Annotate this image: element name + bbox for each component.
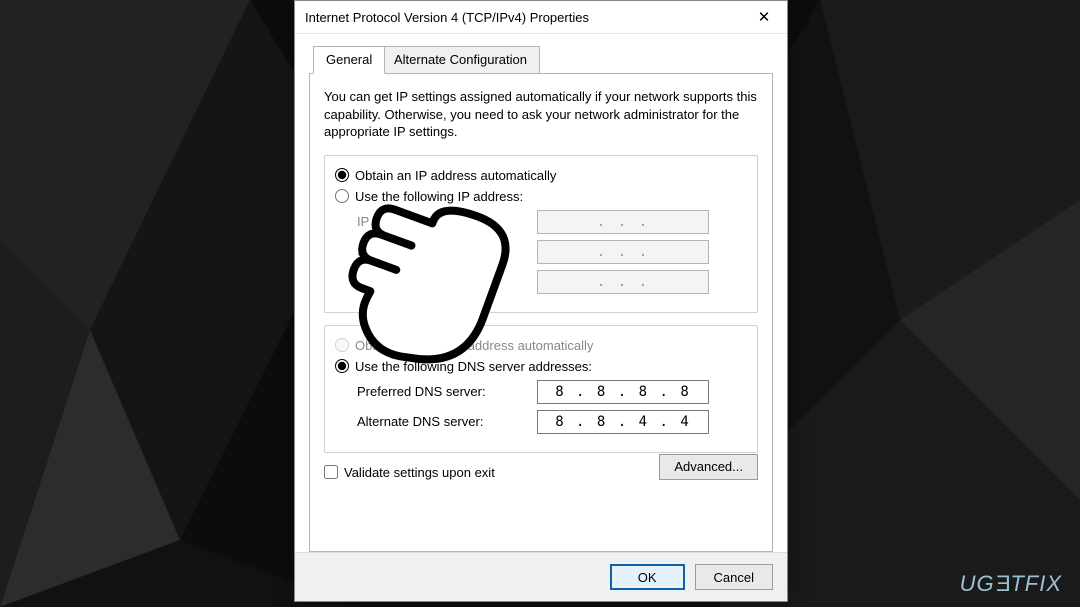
input-alternate-dns[interactable]: 8 . 8 . 4 . 4 [537,410,709,434]
dialog-button-bar: OK Cancel [295,552,787,601]
input-default-gateway[interactable]: . . . [537,270,709,294]
label-alternate-dns: Alternate DNS server: [357,414,537,429]
radio-obtain-ip-auto[interactable] [335,168,349,182]
tab-general[interactable]: General [313,46,385,74]
label-subnet-mask: Subnet mask: [357,244,537,259]
input-ip-address[interactable]: . . . [537,210,709,234]
close-icon[interactable]: ✕ [741,1,787,33]
radio-obtain-dns-auto[interactable] [335,338,349,352]
checkbox-validate-on-exit[interactable] [324,465,338,479]
tab-alternate-configuration[interactable]: Alternate Configuration [381,46,540,74]
label-use-following-ip: Use the following IP address: [355,189,523,204]
label-default-gateway: Default gateway: [357,274,537,289]
cancel-button[interactable]: Cancel [695,564,773,590]
input-subnet-mask[interactable]: . . . [537,240,709,264]
dns-server-group: Obtain DNS server address automatically … [324,325,758,453]
properties-dialog: Internet Protocol Version 4 (TCP/IPv4) P… [294,0,788,602]
label-obtain-ip-auto: Obtain an IP address automatically [355,168,556,183]
titlebar: Internet Protocol Version 4 (TCP/IPv4) P… [295,1,787,34]
advanced-button[interactable]: Advanced... [659,454,758,480]
window-title: Internet Protocol Version 4 (TCP/IPv4) P… [305,10,741,25]
tab-strip: General Alternate Configuration [309,44,773,74]
radio-use-following-ip[interactable] [335,189,349,203]
intro-text: You can get IP settings assigned automat… [324,88,758,141]
label-validate-on-exit: Validate settings upon exit [344,465,495,480]
input-preferred-dns[interactable]: 8 . 8 . 8 . 8 [537,380,709,404]
tab-content-general: You can get IP settings assigned automat… [309,74,773,552]
label-ip-address: IP address: [357,214,537,229]
label-use-following-dns: Use the following DNS server addresses: [355,359,592,374]
ok-button[interactable]: OK [610,564,685,590]
label-preferred-dns: Preferred DNS server: [357,384,537,399]
watermark-text: UGETFIX [960,571,1062,597]
radio-use-following-dns[interactable] [335,359,349,373]
ip-address-group: Obtain an IP address automatically Use t… [324,155,758,313]
label-obtain-dns-auto: Obtain DNS server address automatically [355,338,593,353]
